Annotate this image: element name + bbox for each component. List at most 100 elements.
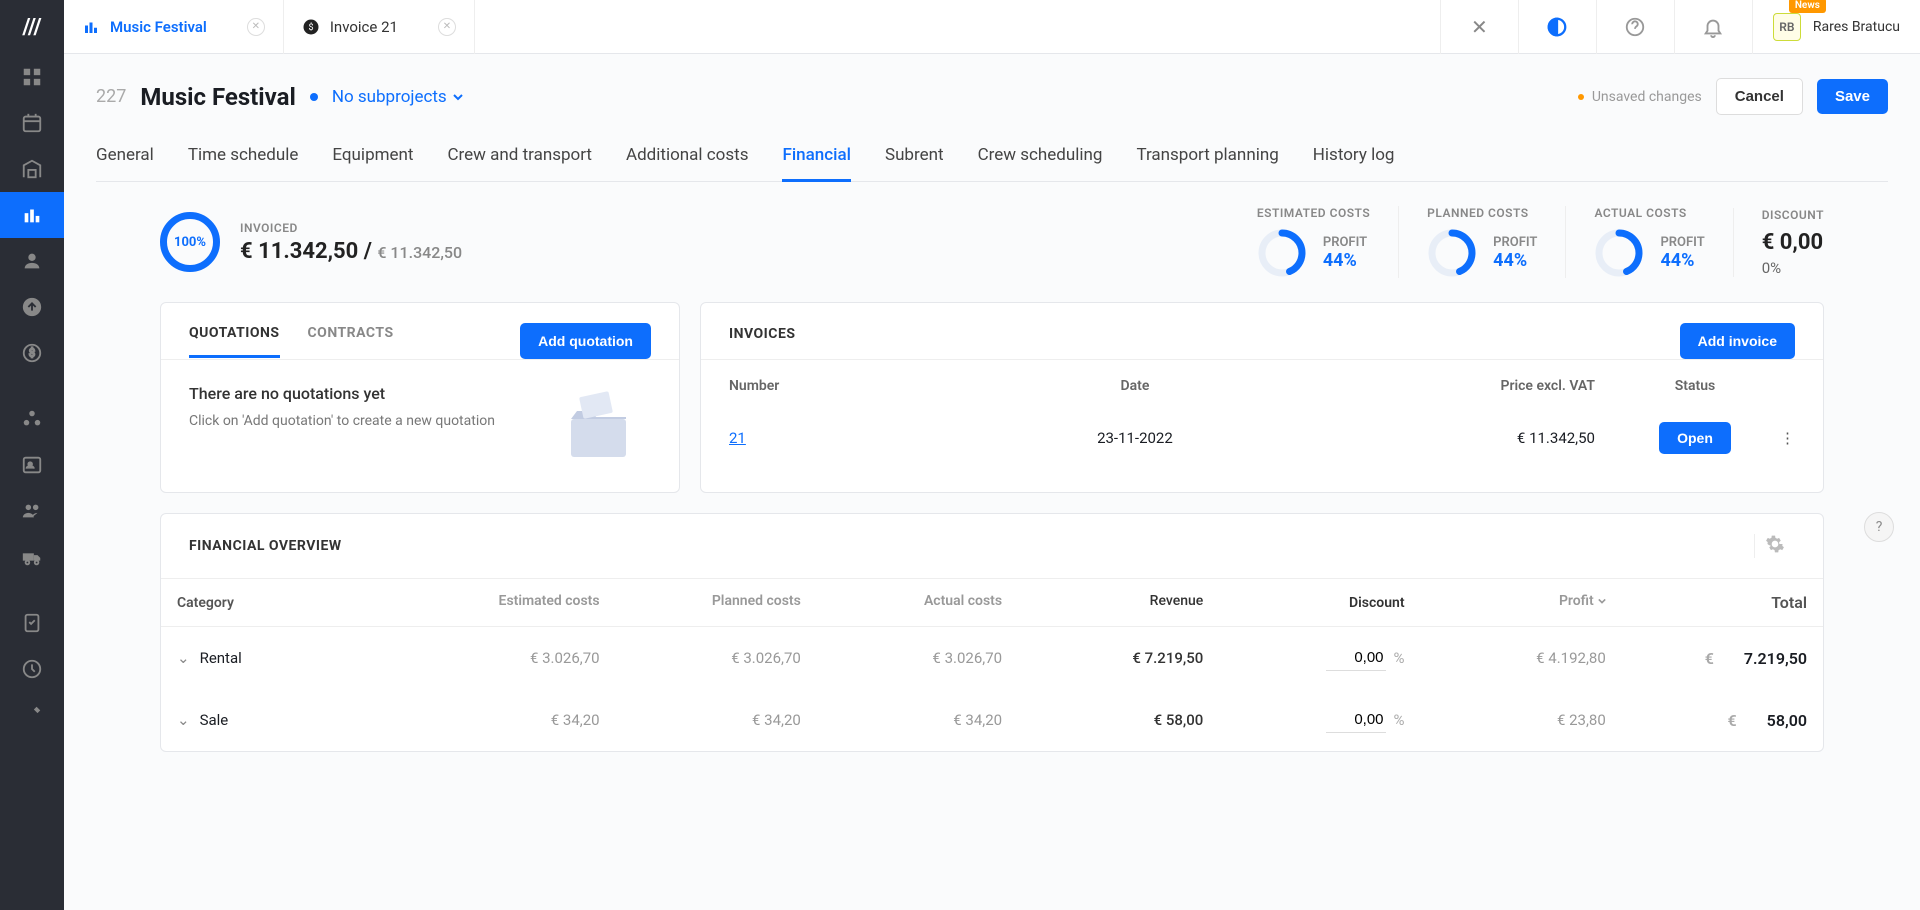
tab-invoice[interactable]: $ Invoice 21 ✕ xyxy=(284,0,475,54)
total: €58,00 xyxy=(1606,711,1807,730)
tab-title: Music Festival xyxy=(110,18,207,36)
discount-pct: 0% xyxy=(1762,259,1824,277)
nav-tab-transport-planning[interactable]: Transport planning xyxy=(1136,133,1278,182)
subprojects-dropdown[interactable]: No subprojects xyxy=(332,87,463,107)
revenue: € 7.219,50 xyxy=(1002,649,1203,667)
cancel-button[interactable]: Cancel xyxy=(1716,78,1803,115)
tabs-nav: General Time schedule Equipment Crew and tr… xyxy=(96,133,1888,182)
save-button[interactable]: Save xyxy=(1817,79,1888,114)
discount-input[interactable] xyxy=(1326,645,1386,671)
tab-quotations[interactable]: QUOTATIONS xyxy=(189,325,280,358)
th-revenue: Revenue xyxy=(1002,593,1203,612)
category-name: Rental xyxy=(200,649,242,667)
nav-tab-crew-scheduling[interactable]: Crew scheduling xyxy=(978,133,1103,182)
nav-tab-equipment[interactable]: Equipment xyxy=(332,133,413,182)
th-number: Number xyxy=(729,378,1000,394)
help-fab[interactable]: ? xyxy=(1864,512,1894,542)
sidebar-item-contact[interactable] xyxy=(0,442,64,488)
pct-label: % xyxy=(1394,649,1405,667)
invoice-price: € 11.342,50 xyxy=(1270,429,1635,447)
tab-contracts[interactable]: CONTRACTS xyxy=(308,325,394,358)
open-button[interactable]: Open xyxy=(1659,422,1731,454)
project-number: 227 xyxy=(96,86,126,107)
sidebar-item-warehouse[interactable] xyxy=(0,146,64,192)
category-name: Sale xyxy=(200,711,229,729)
discount-label: DISCOUNT xyxy=(1762,208,1824,222)
discount-value: € 0,00 xyxy=(1762,230,1824,255)
sidebar-item-transfer[interactable] xyxy=(0,284,64,330)
close-icon[interactable]: ✕ xyxy=(438,18,456,36)
svg-text:$: $ xyxy=(29,347,35,360)
news-badge: News xyxy=(1789,0,1826,13)
sidebar-item-settings[interactable] xyxy=(0,692,64,738)
quotations-card: QUOTATIONS CONTRACTS Add quotation There… xyxy=(160,302,680,493)
sidebar-item-dashboard[interactable] xyxy=(0,54,64,100)
topbar: Music Festival ✕ $ Invoice 21 ✕ ✕ News R… xyxy=(64,0,1920,54)
nav-tab-financial[interactable]: Financial xyxy=(782,133,851,182)
add-invoice-button[interactable]: Add invoice xyxy=(1680,323,1795,359)
sidebar-item-money[interactable]: $ xyxy=(0,330,64,376)
profit-arc xyxy=(1594,228,1644,278)
nav-tab-general[interactable]: General xyxy=(96,133,154,182)
th-planned: Planned costs xyxy=(600,593,801,612)
discount-input[interactable] xyxy=(1326,707,1386,733)
more-icon[interactable]: ⋮ xyxy=(1780,429,1795,447)
profit: € 4.192,80 xyxy=(1405,649,1606,667)
nav-tab-time-schedule[interactable]: Time schedule xyxy=(188,133,299,182)
tab-project[interactable]: Music Festival ✕ xyxy=(64,0,284,54)
empty-text: Click on 'Add quotation' to create a new… xyxy=(189,413,495,429)
invoice-date: 23-11-2022 xyxy=(1000,429,1271,447)
sidebar-item-account[interactable] xyxy=(0,238,64,284)
estimated-cost: € 34,20 xyxy=(398,711,599,729)
help-icon[interactable] xyxy=(1596,0,1674,54)
chevron-down-icon[interactable]: ⌄ xyxy=(177,711,190,729)
svg-text:$: $ xyxy=(308,22,313,33)
sidebar-item-time[interactable] xyxy=(0,646,64,692)
profit-label: PROFIT xyxy=(1323,235,1367,250)
theme-icon[interactable] xyxy=(1518,0,1596,54)
close-icon[interactable]: ✕ xyxy=(247,18,265,36)
th-category: Category xyxy=(177,593,398,612)
profit-pct: 44% xyxy=(1323,250,1367,271)
bell-icon[interactable] xyxy=(1674,0,1752,54)
nav-tab-additional-costs[interactable]: Additional costs xyxy=(626,133,748,182)
planned-cost: € 3.026,70 xyxy=(600,649,801,667)
th-actual: Actual costs xyxy=(801,593,1002,612)
nav-tab-history-log[interactable]: History log xyxy=(1313,133,1395,182)
close-button[interactable]: ✕ xyxy=(1440,0,1518,54)
actual-cost: € 34,20 xyxy=(801,711,1002,729)
empty-title: There are no quotations yet xyxy=(189,384,495,403)
th-date: Date xyxy=(1000,378,1271,394)
invoiced-label: INVOICED xyxy=(240,221,462,235)
chevron-down-icon[interactable]: ⌄ xyxy=(177,649,190,667)
profit-pct: 44% xyxy=(1660,250,1704,271)
profit-pct: 44% xyxy=(1493,250,1537,271)
nav-tab-subrent[interactable]: Subrent xyxy=(885,133,944,182)
th-total: Total xyxy=(1606,593,1807,612)
profit-arc xyxy=(1257,228,1307,278)
nav-tab-crew-and-transport[interactable]: Crew and transport xyxy=(447,133,592,182)
total: €7.219,50 xyxy=(1606,649,1807,668)
user-name: Rares Bratucu xyxy=(1813,19,1900,35)
sidebar-item-org[interactable] xyxy=(0,396,64,442)
invoice-row: 21 23-11-2022 € 11.342,50 Open ⋮ xyxy=(729,412,1795,464)
user-menu[interactable]: News RB Rares Bratucu xyxy=(1752,0,1920,54)
add-quotation-button[interactable]: Add quotation xyxy=(520,323,651,359)
financial-row: ⌄Rental € 3.026,70 € 3.026,70 € 3.026,70… xyxy=(161,627,1823,689)
sidebar-item-projects[interactable] xyxy=(0,192,64,238)
gear-icon[interactable] xyxy=(1754,534,1795,558)
page-title: Music Festival xyxy=(140,83,295,111)
unsaved-indicator: Unsaved changes xyxy=(1578,89,1702,105)
invoices-title: INVOICES xyxy=(729,326,795,356)
sidebar: /// $ xyxy=(0,0,64,910)
profit-label: PROFIT xyxy=(1493,235,1537,250)
sidebar-item-calendar[interactable] xyxy=(0,100,64,146)
stat-label: PLANNED COSTS xyxy=(1427,206,1537,220)
invoice-number-link[interactable]: 21 xyxy=(729,429,746,447)
sidebar-item-crew[interactable] xyxy=(0,488,64,534)
sidebar-item-transport[interactable] xyxy=(0,534,64,580)
actual-cost: € 3.026,70 xyxy=(801,649,1002,667)
th-profit[interactable]: Profit xyxy=(1405,593,1606,612)
invoices-card: INVOICES Add invoice Number Date Price e… xyxy=(700,302,1824,493)
sidebar-item-tasks[interactable] xyxy=(0,600,64,646)
